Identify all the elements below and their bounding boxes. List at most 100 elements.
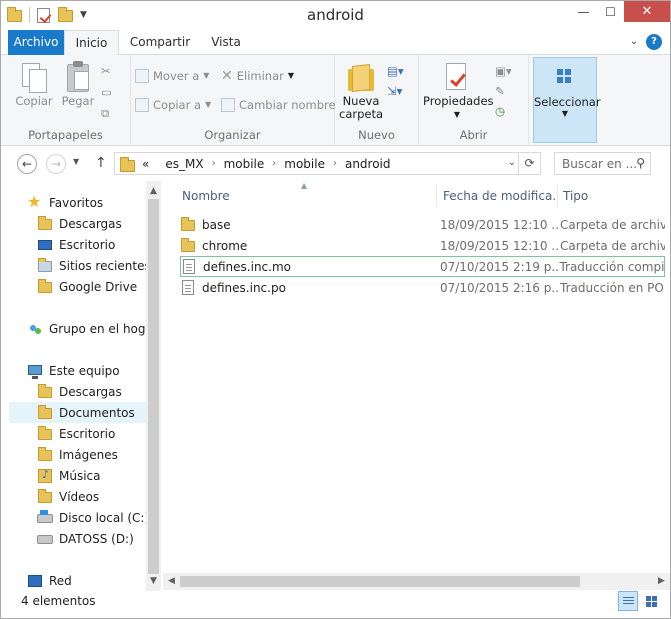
- select-label: Seleccionar: [534, 95, 601, 109]
- breadcrumb-item[interactable]: es_MX: [149, 157, 203, 171]
- dropdown-arrow-icon: ▼: [453, 110, 461, 119]
- paste-shortcut-icon[interactable]: ⧉: [101, 103, 109, 123]
- group-organizar: Mover a ▼ Copiar a ▼ ✕ Eliminar ▼ Cambia…: [131, 55, 336, 146]
- select-button[interactable]: Seleccionar ▼: [533, 57, 601, 143]
- nav-this-pc[interactable]: Este equipo: [1, 360, 120, 381]
- nav-pc-videos[interactable]: Vídeos: [1, 486, 99, 507]
- help-icon[interactable]: ?: [646, 34, 662, 50]
- scroll-up-icon[interactable]: ▲: [146, 183, 161, 199]
- file-row[interactable]: base 18/09/2015 12:10 ... Carpeta de arc…: [180, 214, 665, 235]
- open-icon[interactable]: ▣▾: [495, 61, 512, 81]
- forward-button[interactable]: →: [46, 154, 66, 174]
- move-to-button[interactable]: Mover a ▼: [135, 66, 209, 86]
- copy-path-icon[interactable]: ▭: [101, 82, 112, 102]
- search-input[interactable]: Buscar en ... ⚲: [554, 152, 651, 175]
- copy-icon: [20, 61, 48, 95]
- edit-icon[interactable]: ✎: [495, 81, 505, 101]
- copy-label: Copiar: [15, 94, 53, 108]
- chevron-down-icon[interactable]: ⌄: [508, 157, 516, 168]
- tab-compartir[interactable]: Compartir: [125, 30, 195, 55]
- nav-pc-datoss[interactable]: DATOSS (D:): [1, 528, 134, 549]
- videos-folder-icon: [37, 488, 53, 505]
- properties-label: Propiedades: [423, 94, 494, 108]
- nav-pc-documentos[interactable]: Documentos: [9, 402, 147, 423]
- nav-favorites-escritorio[interactable]: Escritorio: [1, 234, 115, 255]
- file-name: chrome: [202, 238, 248, 253]
- back-button[interactable]: ←: [17, 154, 37, 174]
- nav-scrollbar[interactable]: ▲ ▼: [146, 181, 161, 591]
- scroll-down-icon[interactable]: ▼: [146, 573, 161, 589]
- star-icon: ★: [27, 191, 42, 211]
- chevron-down-icon[interactable]: ⌄: [626, 34, 642, 50]
- file-row[interactable]: defines.inc.mo 07/10/2015 2:19 p.... Tra…: [180, 256, 665, 277]
- nav-pc-imagenes[interactable]: Imágenes: [1, 444, 118, 465]
- column-header-name[interactable]: Nombre: [182, 181, 432, 211]
- horizontal-scrollbar[interactable]: ◀ ▶: [163, 573, 670, 590]
- nav-favorites-descargas[interactable]: Descargas: [1, 213, 122, 234]
- group-label-organizar: Organizar: [204, 128, 261, 142]
- tab-vista[interactable]: Vista: [206, 30, 246, 55]
- google-drive-folder-icon: [37, 278, 53, 295]
- nav-homegroup[interactable]: Grupo en el hogar: [1, 318, 158, 339]
- ribbon-help-controls: ⌄ ?: [622, 34, 662, 50]
- tab-inicio[interactable]: Inicio: [64, 30, 119, 56]
- scrollbar-thumb[interactable]: [148, 199, 159, 574]
- pictures-folder-icon: [37, 446, 53, 463]
- move-to-icon: [135, 69, 149, 83]
- ribbon: Copiar Pegar ✂ ▭ ⧉ Portapapeles Mover a …: [1, 55, 670, 146]
- delete-label: Eliminar: [236, 69, 284, 83]
- copy-button[interactable]: Copiar: [11, 59, 57, 108]
- navigation-bar: ← → ▼ ↑ « es_MX › mobile › mobile › android…: [1, 147, 670, 181]
- delete-button[interactable]: ✕ Eliminar ▼: [221, 66, 294, 86]
- homegroup-icon: [27, 321, 43, 337]
- scrollbar-thumb[interactable]: [180, 576, 580, 587]
- search-placeholder: Buscar en ...: [562, 156, 638, 171]
- up-button[interactable]: ↑: [95, 155, 107, 171]
- nav-pc-descargas[interactable]: Descargas: [1, 381, 122, 402]
- network-icon: [27, 573, 43, 589]
- breadcrumb-item[interactable]: › android: [325, 157, 391, 171]
- group-portapapeles: Copiar Pegar ✂ ▭ ⧉ Portapapeles: [1, 55, 131, 146]
- nav-pc-escritorio[interactable]: Escritorio: [1, 423, 115, 444]
- file-row[interactable]: chrome 18/09/2015 12:10 ... Carpeta de a…: [180, 235, 665, 256]
- large-icons-view-button[interactable]: [641, 591, 661, 611]
- folder-icon: [180, 237, 196, 254]
- recent-locations-icon[interactable]: ▼: [73, 157, 79, 166]
- group-nuevo: Nueva carpeta ▤▾ ⇲▾ Nuevo: [335, 55, 419, 146]
- paste-button[interactable]: Pegar: [57, 59, 99, 108]
- rename-button[interactable]: Cambiar nombre: [221, 95, 336, 115]
- column-divider[interactable]: [557, 185, 558, 207]
- close-button[interactable]: ✕: [624, 1, 670, 22]
- copy-to-button[interactable]: Copiar a ▼: [135, 95, 211, 115]
- scroll-left-icon[interactable]: ◀: [163, 573, 180, 590]
- column-header-type[interactable]: Tipo: [563, 181, 668, 211]
- nav-pc-disco-local[interactable]: Disco local (C:): [1, 507, 149, 528]
- minimize-button[interactable]: —: [570, 1, 597, 22]
- easy-access-icon[interactable]: ⇲▾: [387, 81, 402, 101]
- file-row[interactable]: defines.inc.po 07/10/2015 2:16 p.... Tra…: [180, 277, 665, 298]
- breadcrumb-item[interactable]: › mobile: [264, 157, 325, 171]
- dropdown-arrow-icon: ▼: [205, 100, 212, 109]
- scroll-right-icon[interactable]: ▶: [653, 573, 670, 590]
- properties-button[interactable]: Propiedades ▼: [423, 59, 494, 121]
- address-bar[interactable]: « es_MX › mobile › mobile › android ⌄ ⟳: [114, 152, 541, 175]
- nav-network[interactable]: Red: [1, 570, 72, 591]
- new-item-icon[interactable]: ▤▾: [387, 61, 404, 81]
- nav-favorites-google-drive[interactable]: Google Drive: [1, 276, 137, 297]
- tab-archivo[interactable]: Archivo: [8, 30, 64, 55]
- details-view-button[interactable]: [618, 591, 638, 611]
- nav-favorites-sitios-recientes[interactable]: Sitios recientes: [1, 255, 151, 276]
- new-folder-button[interactable]: Nueva carpeta: [339, 59, 383, 121]
- nav-favorites[interactable]: ★ Favoritos: [1, 192, 103, 213]
- nav-pc-musica[interactable]: Música: [1, 465, 101, 486]
- breadcrumb-overflow[interactable]: «: [142, 157, 149, 171]
- history-icon[interactable]: ◷: [495, 101, 505, 121]
- maximize-button[interactable]: ☐: [597, 1, 624, 22]
- cut-icon[interactable]: ✂: [101, 61, 111, 81]
- breadcrumb-item[interactable]: › mobile: [204, 157, 265, 171]
- column-divider[interactable]: [436, 185, 437, 207]
- group-label-nuevo: Nuevo: [358, 128, 395, 142]
- search-icon[interactable]: ⚲: [636, 156, 645, 170]
- refresh-button[interactable]: ⟳: [518, 153, 540, 174]
- column-header-date[interactable]: Fecha de modifica...: [443, 181, 558, 211]
